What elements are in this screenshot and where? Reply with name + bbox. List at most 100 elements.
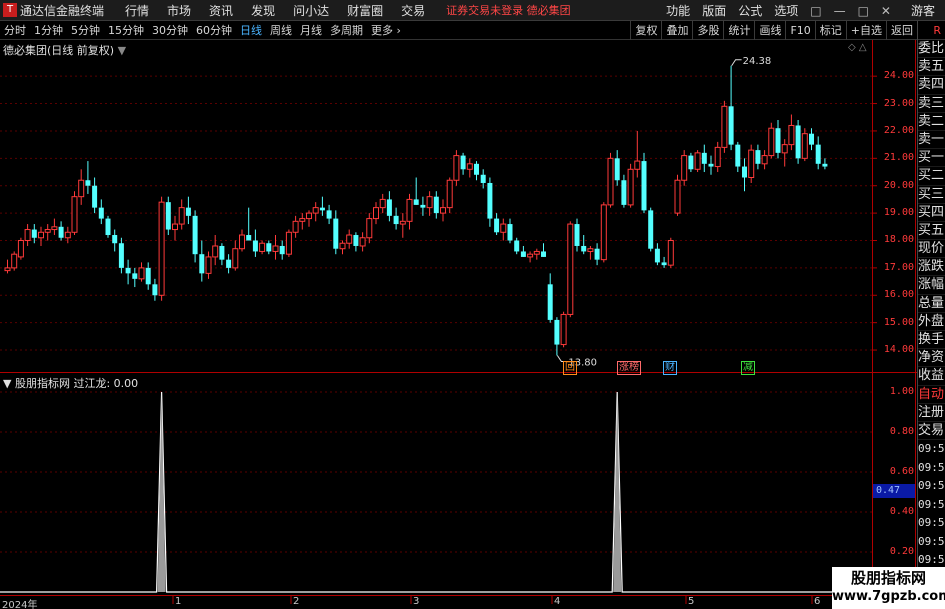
- date-tick-label: 4: [554, 596, 561, 607]
- watermark: 股朋指标网 www.7gpzb.com: [832, 567, 945, 609]
- tick-time: 09:55: [918, 534, 945, 548]
- candle: [105, 215, 111, 238]
- candle: [607, 152, 614, 208]
- candle: [681, 150, 688, 186]
- side-item: 卖二: [918, 113, 945, 131]
- side-item: 买三: [918, 186, 945, 204]
- candle-body: [118, 243, 124, 268]
- candle: [326, 204, 332, 225]
- candle: [138, 262, 145, 282]
- candle-body: [574, 224, 580, 246]
- chart-title-text: 德必集团(日线 前复权): [3, 44, 115, 57]
- candle-body: [761, 155, 768, 165]
- chevron-down-icon[interactable]: ▼: [118, 44, 126, 57]
- indicator-title: ▼ 股朋指标网 过江龙: 0.00: [3, 375, 138, 391]
- candle: [259, 240, 266, 255]
- side-panel-top[interactable]: R: [918, 21, 945, 40]
- candle-body: [38, 231, 44, 239]
- candle: [252, 229, 258, 257]
- candle: [761, 150, 768, 170]
- candle-body: [292, 220, 299, 233]
- indicator-tick-label: 0.40: [889, 506, 914, 517]
- event-marker[interactable]: 回: [563, 361, 577, 375]
- candle: [38, 226, 44, 246]
- candle: [587, 245, 594, 260]
- price-tick-label: 20.00: [883, 179, 914, 191]
- candle-body: [17, 239, 24, 258]
- candle-body: [373, 207, 379, 220]
- side-item: 买二: [918, 167, 945, 186]
- candle: [627, 163, 634, 208]
- candle: [494, 213, 500, 236]
- candle-body: [587, 248, 594, 252]
- candle-body: [514, 240, 520, 252]
- candle: [426, 191, 433, 216]
- candle: [694, 150, 701, 173]
- candle-body: [822, 163, 828, 167]
- candle-body: [219, 245, 225, 260]
- candle: [373, 202, 379, 225]
- candle-body: [212, 245, 219, 258]
- candle-body: [64, 231, 71, 239]
- candle-body: [178, 207, 185, 225]
- candle: [24, 224, 31, 246]
- candle-body: [648, 210, 654, 249]
- watermark-line2: www.7gpzb.com: [832, 589, 945, 604]
- candle: [788, 114, 795, 151]
- candle-body: [453, 155, 460, 181]
- tick-time: 09:55: [918, 460, 945, 474]
- price-tick-label: 18.00: [883, 234, 914, 246]
- indicator-tick-label: 0.80: [889, 426, 914, 437]
- candle: [172, 215, 178, 241]
- candle-body: [353, 235, 359, 246]
- candle: [453, 150, 460, 186]
- candle-body: [152, 284, 158, 296]
- side-item: 总量: [918, 295, 945, 313]
- candle: [594, 243, 600, 266]
- candle: [232, 240, 239, 271]
- date-tick-label: 2024年: [2, 600, 38, 609]
- candle-body: [567, 223, 574, 315]
- side-item[interactable]: 注册: [918, 404, 945, 422]
- indicator-title-text: 股朋指标网 过江龙: 0.00: [14, 377, 139, 390]
- candle: [178, 199, 185, 230]
- candle-body: [775, 128, 781, 153]
- candle: [474, 161, 479, 181]
- candle-body: [299, 218, 306, 222]
- candle: [44, 224, 51, 241]
- candle-body: [661, 262, 667, 266]
- candle-body: [339, 242, 346, 250]
- candle: [654, 243, 660, 266]
- side-item[interactable]: 自动: [918, 386, 945, 404]
- candle-body: [145, 267, 151, 285]
- candle: [145, 262, 151, 290]
- event-marker[interactable]: 减: [741, 361, 755, 375]
- event-marker[interactable]: 财: [663, 361, 677, 375]
- price-tick-label: 22.00: [883, 124, 914, 136]
- candle: [212, 235, 219, 266]
- extreme-label: 24.38: [743, 56, 772, 67]
- side-item: 外盘: [918, 313, 945, 331]
- side-item[interactable]: 交易: [918, 422, 945, 441]
- candle-body: [674, 179, 681, 214]
- date-tick-label: 2: [293, 596, 300, 607]
- event-marker[interactable]: 涨榜: [617, 361, 641, 375]
- candle-body: [266, 243, 272, 252]
- indicator-tick-label: 0.20: [889, 546, 914, 557]
- candle: [547, 273, 553, 323]
- candle: [507, 218, 513, 244]
- candle: [71, 191, 78, 236]
- candle-body: [768, 127, 775, 157]
- candle-body: [667, 239, 674, 266]
- candle-body: [494, 218, 500, 233]
- candle-body: [507, 224, 513, 241]
- chart-settings-icons[interactable]: ◇ △: [848, 42, 867, 53]
- candle-body: [172, 223, 178, 231]
- candle-body: [399, 220, 406, 225]
- collapse-icon[interactable]: ▼: [3, 377, 11, 390]
- candle: [560, 311, 567, 348]
- candle: [333, 210, 339, 255]
- candle: [500, 218, 507, 241]
- kline-chart[interactable]: 24.3813.80: [0, 0, 917, 609]
- date-tick-label: 5: [688, 596, 695, 607]
